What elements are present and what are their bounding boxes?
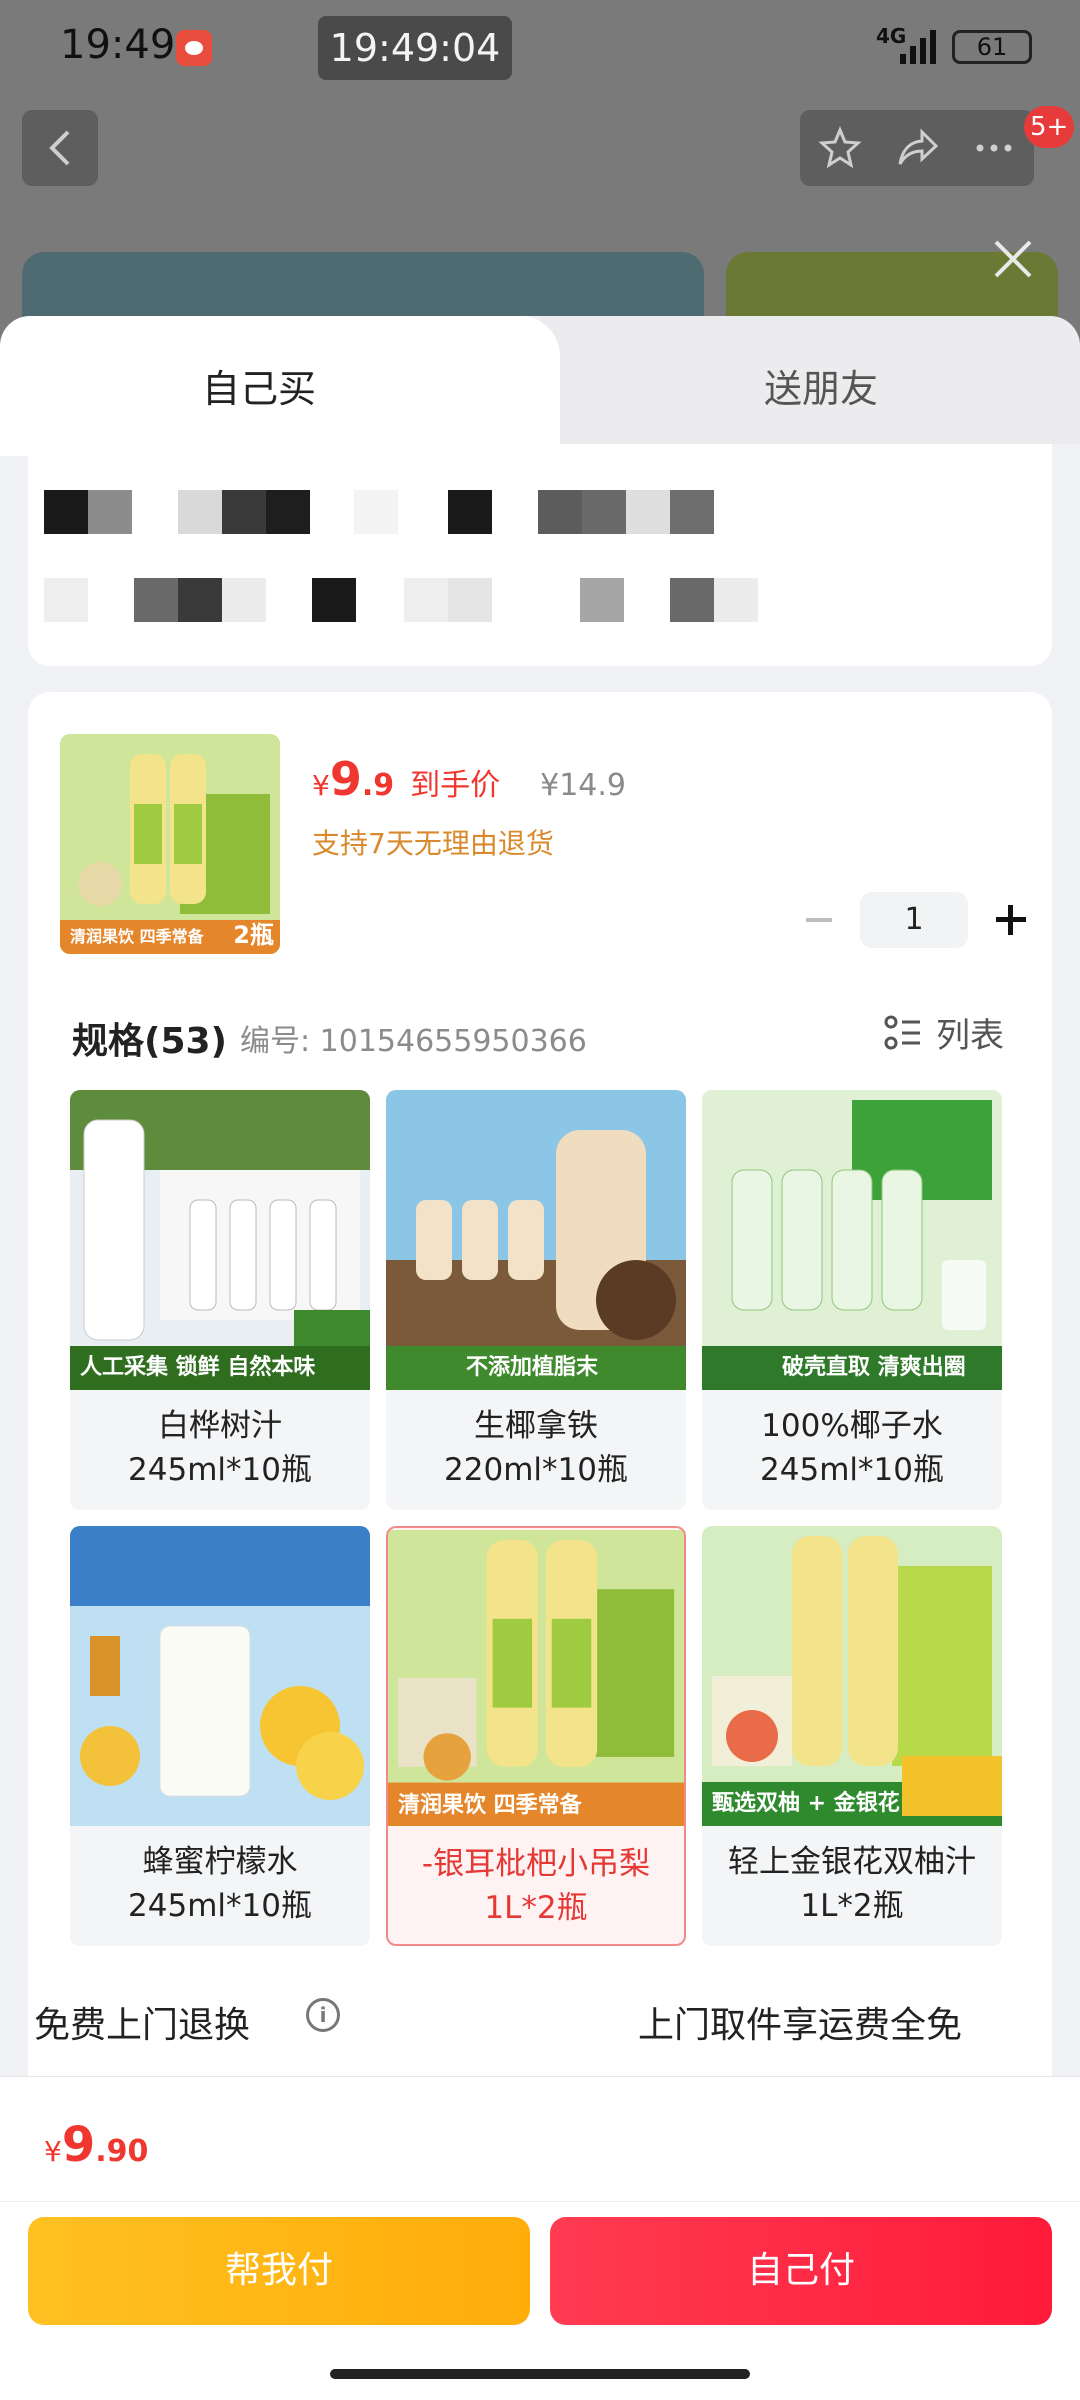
- tile-caption: 清润果饮 四季常备: [398, 1793, 582, 1818]
- price-decimal: .9: [361, 768, 395, 803]
- chevron-left-icon: [49, 130, 70, 166]
- list-icon: [884, 1015, 920, 1049]
- tab-label: 自己买: [202, 367, 317, 411]
- tile-label: 蜂蜜柠檬水 245ml*10瓶: [128, 1844, 312, 1924]
- product-image: [386, 1090, 686, 1390]
- tile-label: 白桦树汁 245ml*10瓶: [128, 1408, 312, 1488]
- product-thumbnail[interactable]: 清润果饮 四季常备 2瓶: [60, 734, 280, 954]
- spec-option-birch-sap[interactable]: 人工采集 锁鲜 自然本味 白桦树汁 245ml*10瓶: [70, 1090, 370, 1510]
- spec-option-coconut-latte[interactable]: 不添加植脂末 生椰拿铁 220ml*10瓶: [386, 1090, 686, 1510]
- list-label: 列表: [936, 1016, 1004, 1056]
- product-image: [702, 1526, 1002, 1826]
- notification-badge: 5+: [1024, 106, 1075, 148]
- tile-label: -银耳枇杷小吊梨 1L*2瓶: [421, 1846, 651, 1926]
- clock-overlay: 19:49:04: [318, 16, 512, 80]
- price-tag: 到手价: [410, 768, 501, 803]
- help-pay-button[interactable]: 帮我付: [28, 2217, 530, 2325]
- thumb-caption: 清润果饮 四季常备: [70, 927, 204, 946]
- tile-label: 轻上金银花双柚汁 1L*2瓶: [728, 1844, 976, 1924]
- spec-option-loquat-pear[interactable]: 清润果饮 四季常备 -银耳枇杷小吊梨 1L*2瓶: [386, 1526, 686, 1946]
- battery-icon: 61: [952, 30, 1032, 64]
- total-price: ¥ 9 .90: [44, 2117, 149, 2173]
- status-time: 19:49: [60, 22, 176, 68]
- shipping-label: 免费上门退换: [34, 2005, 251, 2046]
- product-image: [702, 1090, 1002, 1390]
- list-view-toggle[interactable]: 列表: [884, 1008, 1004, 1057]
- spec-code: 编号: 10154655950366: [240, 1024, 587, 1059]
- tile-caption: 人工采集 锁鲜 自然本味: [80, 1355, 316, 1380]
- self-pay-button[interactable]: 自己付: [550, 2217, 1052, 2325]
- more-icon[interactable]: [972, 126, 1016, 170]
- thumb-badge: 2瓶: [233, 921, 274, 949]
- address-card[interactable]: [28, 444, 1052, 666]
- tile-caption: 甄选双柚 + 金银花: [712, 1791, 900, 1816]
- return-policy: 支持7天无理由退货: [312, 827, 554, 860]
- spec-option-coconut-water[interactable]: 破壳直取 清爽出圈 100%椰子水 245ml*10瓶: [702, 1090, 1002, 1510]
- app-notification-icon: [176, 30, 212, 66]
- price-currency: ¥: [312, 769, 330, 802]
- original-price: ¥14.9: [540, 768, 627, 803]
- page-actions: [800, 110, 1034, 186]
- shipping-detail: 上门取件享运费全免: [638, 2005, 963, 2046]
- price-integer: 9: [329, 752, 362, 806]
- tile-label: 100%椰子水 245ml*10瓶: [760, 1408, 944, 1488]
- checkout-footer: ¥ 9 .90 帮我付 自己付: [0, 2076, 1080, 2400]
- tab-self-buy[interactable]: 自己买: [0, 316, 560, 456]
- tile-caption: 不添加植脂末: [466, 1355, 599, 1380]
- spec-option-honeysuckle-pomelo[interactable]: 甄选双柚 + 金银花 轻上金银花双柚汁 1L*2瓶: [702, 1526, 1002, 1946]
- spec-option-honey-lemon[interactable]: 蜂蜜柠檬水 245ml*10瓶: [70, 1526, 370, 1946]
- increase-button[interactable]: [990, 892, 1030, 948]
- price-line: ¥ 9 .9 到手价 ¥14.9: [312, 752, 626, 806]
- quantity-input[interactable]: 1: [860, 892, 968, 948]
- star-icon[interactable]: [818, 126, 862, 170]
- tile-caption: 破壳直取 清爽出圈: [782, 1355, 966, 1380]
- home-indicator: [330, 2369, 750, 2379]
- quantity-stepper: 1: [798, 892, 1030, 948]
- tab-label: 送朋友: [764, 367, 879, 411]
- close-icon[interactable]: [990, 236, 1036, 282]
- spec-title: 规格(53): [72, 1021, 228, 1062]
- share-icon[interactable]: [896, 126, 940, 170]
- status-bar: 19:49 19:49:04 4G 61: [0, 0, 1080, 96]
- signal-icon: [900, 28, 938, 64]
- info-icon[interactable]: i: [306, 1998, 340, 2032]
- divider: [0, 2201, 1080, 2202]
- back-button[interactable]: [22, 110, 98, 186]
- product-image: [70, 1090, 370, 1390]
- tab-bar: 送朋友 自己买: [0, 316, 1080, 456]
- tile-label: 生椰拿铁 220ml*10瓶: [444, 1408, 628, 1488]
- product-image: [70, 1526, 370, 1826]
- tab-send-friend[interactable]: 送朋友: [540, 316, 1080, 444]
- product-image: [388, 1530, 684, 1826]
- decrease-button[interactable]: [798, 892, 838, 948]
